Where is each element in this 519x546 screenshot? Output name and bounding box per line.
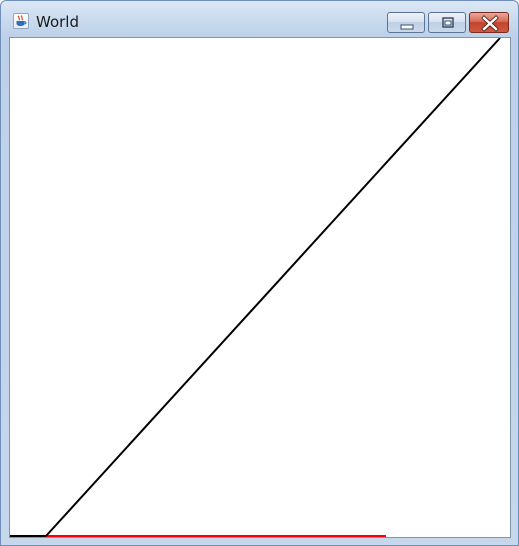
title-bar[interactable]: World [1, 1, 518, 37]
window-title: World [36, 13, 79, 31]
maximize-icon [442, 17, 454, 28]
minimize-icon [400, 24, 414, 30]
java-cup-icon[interactable] [13, 13, 29, 29]
maximize-button[interactable] [428, 12, 466, 33]
world-drawing [10, 38, 501, 537]
close-icon [481, 15, 499, 32]
close-button[interactable] [469, 12, 509, 33]
minimize-button[interactable] [387, 12, 425, 33]
diagonal-line [45, 38, 501, 537]
world-canvas[interactable] [9, 37, 511, 538]
application-window: World [0, 0, 519, 546]
